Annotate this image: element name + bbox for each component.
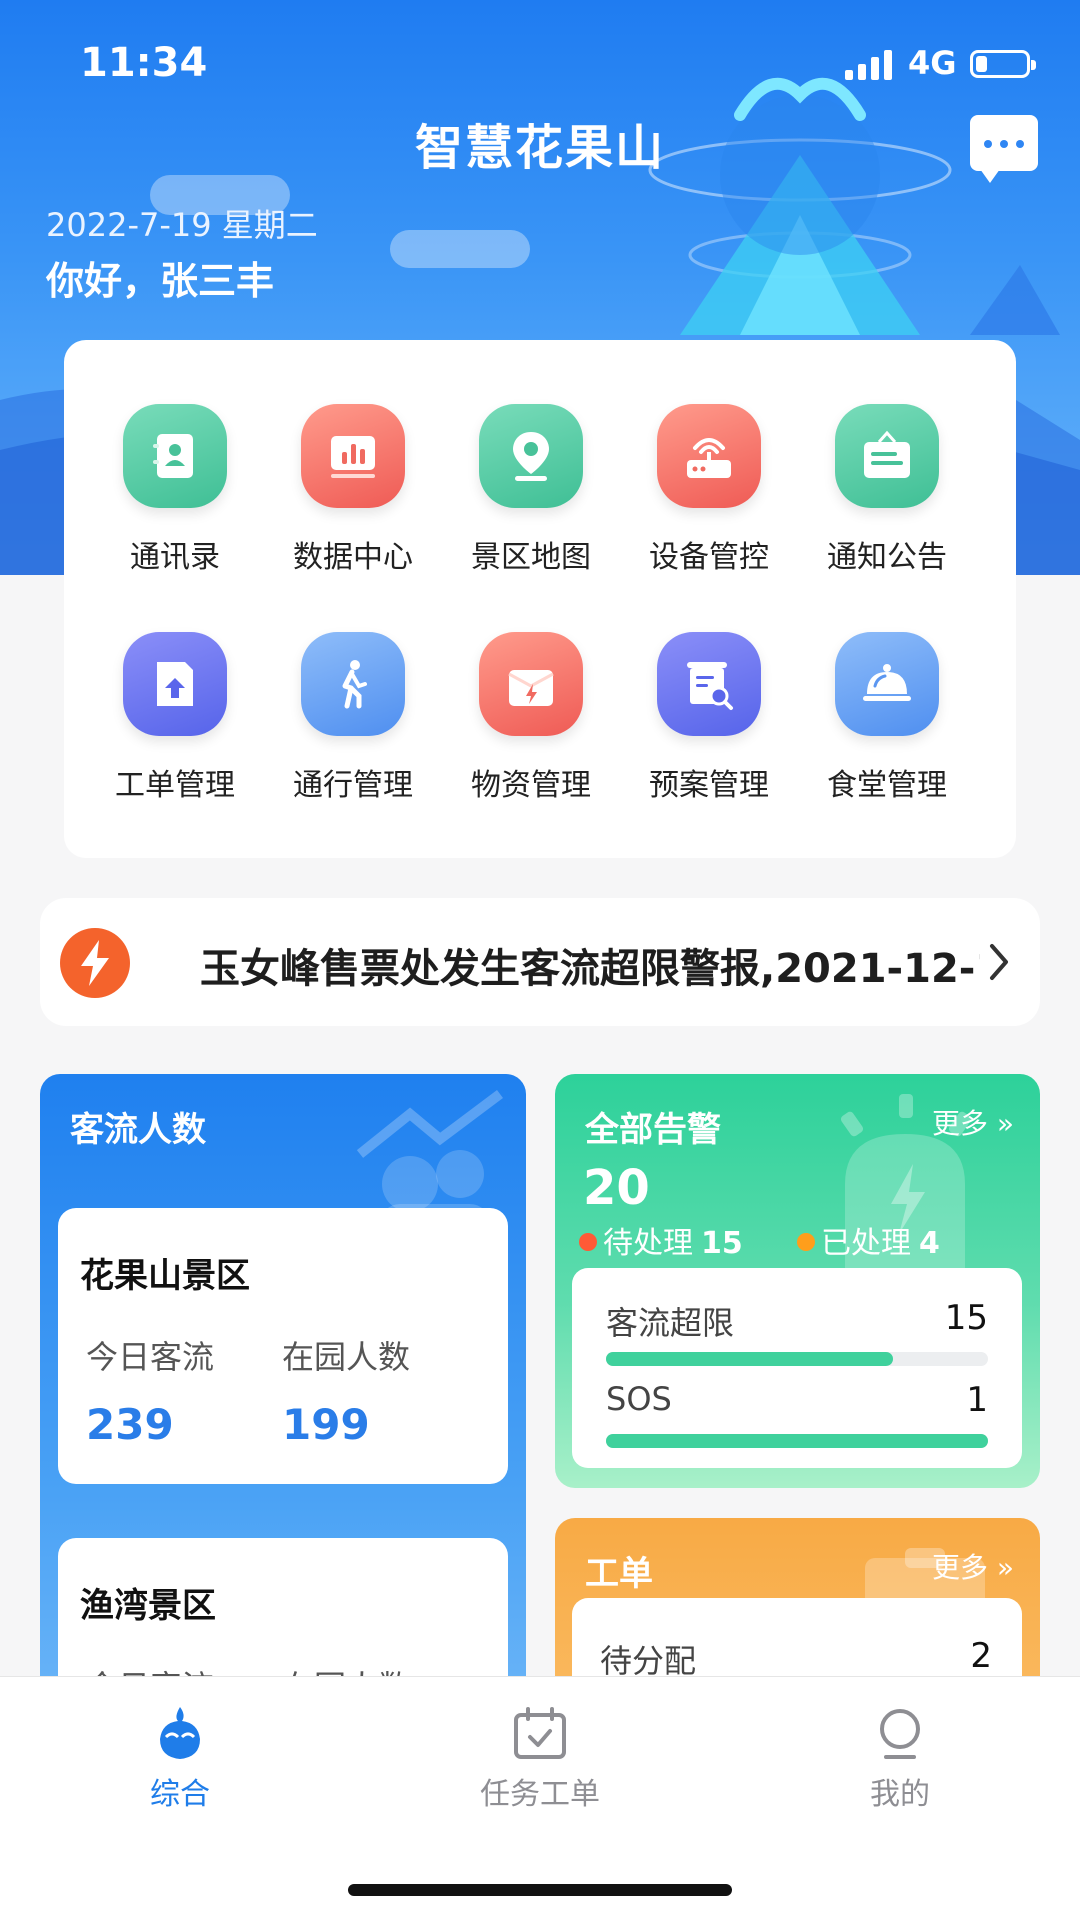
- handled-label: 已处理: [821, 1226, 911, 1261]
- shortcut-label: 物资管理: [471, 768, 591, 803]
- today-flow-value: 239: [86, 1400, 174, 1449]
- greeting-text: 你好，张三丰: [46, 259, 275, 303]
- shortcut-work-orders[interactable]: 工单管理: [86, 632, 264, 822]
- network-type: 4G: [908, 44, 957, 82]
- shortcut-plans[interactable]: 预案管理: [620, 632, 798, 822]
- alarm-type-label: SOS: [606, 1380, 672, 1418]
- tab-label: 综合: [150, 1777, 210, 1812]
- tab-overview[interactable]: 综合: [80, 1705, 280, 1825]
- alarm-progress-fill: [606, 1352, 893, 1366]
- in-park-value: 199: [282, 1400, 370, 1449]
- pending-label: 待处理: [603, 1226, 693, 1261]
- supply-box-icon: [479, 632, 583, 736]
- router-icon: [657, 404, 761, 508]
- shortcut-notices[interactable]: 通知公告: [798, 404, 976, 594]
- chevron-right-icon: [990, 944, 1008, 980]
- page-title: 智慧花果山: [414, 120, 665, 176]
- scenic-name: 花果山景区: [80, 1256, 250, 1296]
- lightning-alert-icon: [60, 928, 130, 998]
- shortcut-access[interactable]: 通行管理: [264, 632, 442, 822]
- handled-value: 4: [919, 1226, 940, 1261]
- double-chevron-icon: »: [996, 1107, 1014, 1140]
- card-title: 客流人数: [70, 1110, 206, 1150]
- alarm-breakdown: 客流超限 15 SOS 1: [572, 1268, 1022, 1468]
- today-flow-label: 今日客流: [86, 1338, 215, 1376]
- notice-board-icon: [835, 404, 939, 508]
- shortcut-label: 通讯录: [130, 540, 220, 575]
- alert-ticker[interactable]: 玉女峰售票处发生客流超限警报,2021-12-10: [40, 898, 1040, 1026]
- shortcut-contacts[interactable]: 通讯录: [86, 404, 264, 594]
- more-link[interactable]: 更多 »: [932, 1102, 1014, 1142]
- more-link[interactable]: 更多 »: [932, 1546, 1014, 1586]
- alarm-type-label: 客流超限: [606, 1304, 735, 1342]
- card-title: 工单: [585, 1554, 653, 1594]
- more-label: 更多: [931, 1551, 988, 1584]
- shortcut-data-center[interactable]: 数据中心: [264, 404, 442, 594]
- alarms-card[interactable]: 全部告警 更多 » 20 待处理 15 已处理 4 客流超限 15 SOS 1: [555, 1074, 1040, 1488]
- pending-stat: 待处理 15: [579, 1218, 743, 1262]
- shortcut-label: 预案管理: [649, 768, 769, 803]
- in-park-label: 在园人数: [282, 1338, 411, 1376]
- signal-icon: [845, 50, 895, 80]
- shortcut-canteen[interactable]: 食堂管理: [798, 632, 976, 822]
- shortcut-label: 设备管控: [649, 540, 769, 575]
- calendar-check-icon: [514, 1707, 566, 1759]
- battery-icon: [970, 50, 1036, 78]
- alarm-type-value: 1: [966, 1380, 988, 1420]
- tab-label: 我的: [870, 1777, 930, 1812]
- alarm-progress-fill: [606, 1434, 988, 1448]
- alarm-progress-track: [606, 1434, 988, 1448]
- status-time: 11:34: [80, 40, 208, 86]
- scenic-area-card[interactable]: 花果山景区 今日客流 在园人数 239 199: [58, 1208, 508, 1484]
- pending-value: 15: [701, 1226, 743, 1261]
- cloud-decoration: [390, 230, 530, 268]
- handled-stat: 已处理 4: [797, 1218, 940, 1262]
- map-pin-icon: [479, 404, 583, 508]
- alarm-total: 20: [583, 1160, 650, 1216]
- card-title: 全部告警: [585, 1110, 721, 1150]
- shortcut-label: 通知公告: [827, 540, 947, 575]
- alarm-progress-track: [606, 1352, 988, 1366]
- shortcut-device-control[interactable]: 设备管控: [620, 404, 798, 594]
- shortcut-label: 工单管理: [115, 768, 235, 803]
- handled-dot-icon: [797, 1233, 815, 1251]
- walking-person-icon: [301, 632, 405, 736]
- double-chevron-icon: »: [996, 1551, 1014, 1584]
- alarm-type-value: 15: [944, 1298, 988, 1338]
- tab-profile[interactable]: 我的: [800, 1705, 1000, 1825]
- work-order-icon: [123, 632, 227, 736]
- more-label: 更多: [931, 1107, 988, 1140]
- message-button[interactable]: [970, 115, 1038, 183]
- shortcut-label: 通行管理: [293, 768, 413, 803]
- tab-tasks[interactable]: 任务工单: [440, 1705, 640, 1825]
- plan-search-icon: [657, 632, 761, 736]
- scenic-name: 渔湾景区: [80, 1586, 216, 1626]
- chart-icon: [301, 404, 405, 508]
- visitor-count-card[interactable]: 客流人数 花果山景区 今日客流 在园人数 239 199 渔湾景区 今日客流 在…: [40, 1074, 526, 1774]
- shortcut-label: 数据中心: [293, 540, 413, 575]
- contacts-icon: [123, 404, 227, 508]
- shortcut-scenic-map[interactable]: 景区地图: [442, 404, 620, 594]
- pending-dot-icon: [579, 1233, 597, 1251]
- shortcut-label: 食堂管理: [827, 768, 947, 803]
- shortcut-label: 景区地图: [471, 540, 591, 575]
- tab-label: 任务工单: [480, 1777, 600, 1812]
- huaguoshan-emblem-icon: [648, 77, 1060, 335]
- date-text: 2022-7-19 星期二: [46, 206, 318, 244]
- shortcut-supplies[interactable]: 物资管理: [442, 632, 620, 822]
- monkey-home-icon: [160, 1707, 200, 1759]
- shortcut-grid: 通讯录 数据中心 景区地图 设备管控 通知公告 工单管理 通行管理 物资管理 预…: [64, 340, 1016, 858]
- home-indicator: [348, 1884, 732, 1896]
- work-order-value: 2: [970, 1636, 992, 1676]
- user-icon: [880, 1709, 920, 1759]
- alert-message: 玉女峰售票处发生客流超限警报,2021-12-10: [200, 946, 980, 992]
- dining-cloche-icon: [835, 632, 939, 736]
